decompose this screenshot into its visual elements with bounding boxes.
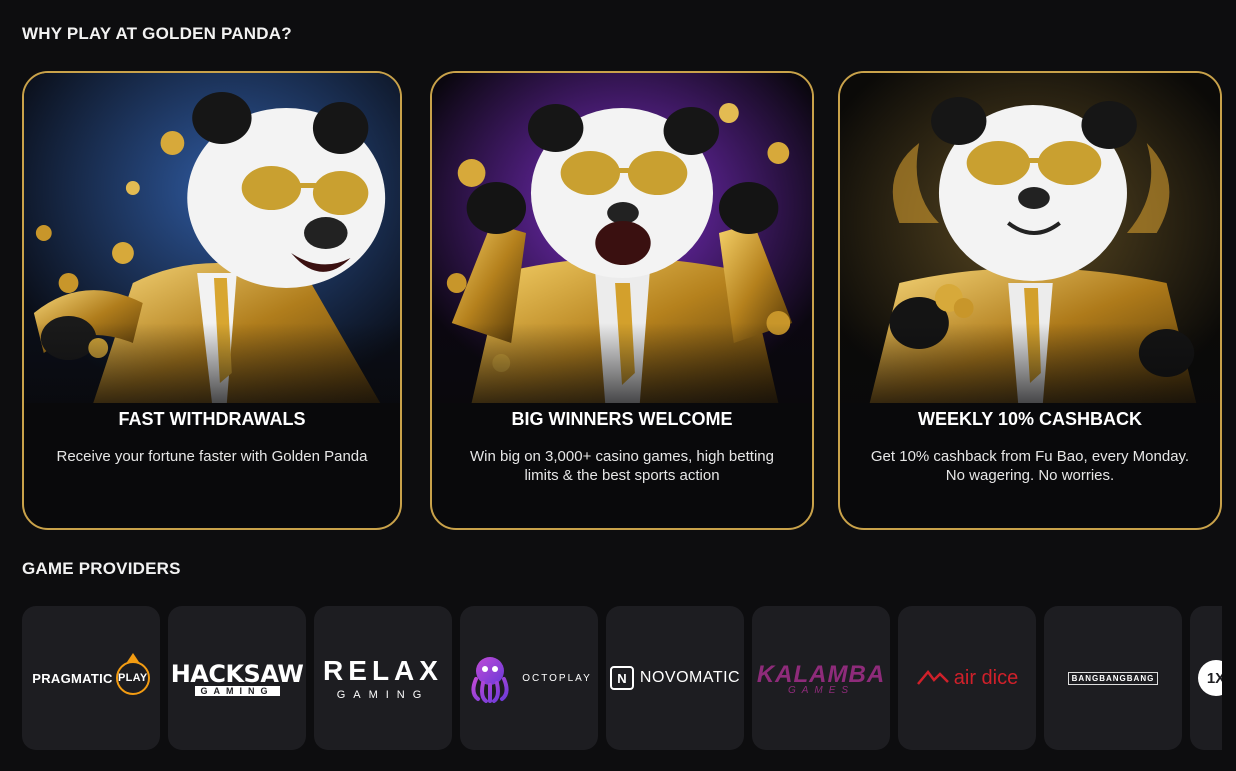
feature-card-text: Get 10% cashback from Fu Bao, every Mond… xyxy=(870,448,1190,484)
provider-bangbangbang[interactable]: BANGBANGBANG xyxy=(1044,606,1182,750)
provider-logo-text: air dice xyxy=(953,666,1019,689)
game-providers-heading: GAME PROVIDERS xyxy=(22,559,181,578)
why-play-heading: WHY PLAY AT GOLDEN PANDA? xyxy=(22,24,292,43)
provider-logo-text: HACKSAW xyxy=(170,660,304,688)
pragmatic-crown-icon: PLAY xyxy=(115,653,150,695)
provider-logo-subtext: GAMING xyxy=(336,689,430,701)
provider-octoplay[interactable]: OCTOPLAY xyxy=(460,606,598,750)
feature-card-big-winners: BIG WINNERS WELCOME Win big on 3,000+ ca… xyxy=(430,71,814,530)
provider-novomatic[interactable]: N NOVOMATIC xyxy=(606,606,744,750)
octopus-icon xyxy=(471,657,509,703)
provider-logo-text: NOVOMATIC xyxy=(639,669,741,686)
feature-card-title: FAST WITHDRAWALS xyxy=(118,409,306,429)
provider-logo-subtext: GAMES xyxy=(787,684,855,696)
provider-logo-subtext: GAMING xyxy=(194,686,280,696)
novomatic-n-icon: N xyxy=(609,666,634,690)
feature-card-title: WEEKLY 10% CASHBACK xyxy=(917,409,1143,429)
air-dice-arrow-icon xyxy=(916,669,949,685)
provider-logo-text: PRAGMATIC xyxy=(32,670,113,686)
provider-logo-text: OCTOPLAY xyxy=(522,672,592,684)
provider-logo-text: 1X xyxy=(1198,660,1222,696)
feature-card-title: BIG WINNERS WELCOME xyxy=(511,409,733,429)
provider-relax-gaming[interactable]: RELAX GAMING xyxy=(314,606,452,750)
feature-card-text: Win big on 3,000+ casino games, high bet… xyxy=(470,448,774,484)
provider-logo-text: BANGBANGBANG xyxy=(1067,671,1159,685)
provider-logo-text: PLAY xyxy=(117,672,148,684)
provider-logo-text: RELAX xyxy=(323,655,443,686)
provider-kalamba-games[interactable]: KALAMBA GAMES xyxy=(752,606,890,750)
provider-1x2[interactable]: 1X xyxy=(1190,606,1222,750)
feature-card-fast-withdrawals: FAST WITHDRAWALS Receive your fortune fa… xyxy=(22,71,402,530)
feature-card-weekly-cashback: WEEKLY 10% CASHBACK Get 10% cashback fro… xyxy=(838,71,1222,530)
provider-air-dice[interactable]: air dice xyxy=(898,606,1036,750)
feature-card-text: Receive your fortune faster with Golden … xyxy=(56,448,368,465)
provider-hacksaw-gaming[interactable]: HACKSAW GAMING xyxy=(168,606,306,750)
provider-pragmatic-play[interactable]: PRAGMATIC PLAY xyxy=(22,606,160,750)
